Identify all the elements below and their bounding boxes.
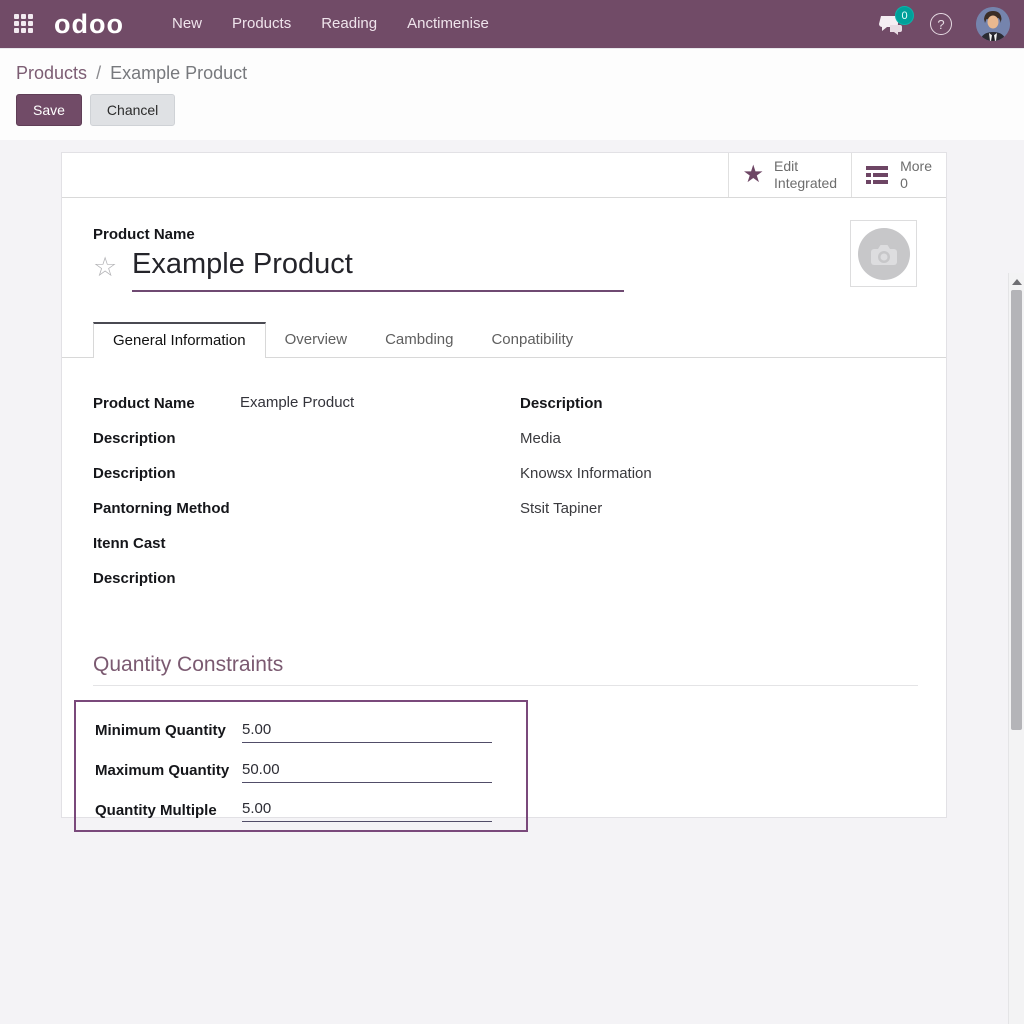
form-fields: Product Name Example Product Description… (62, 386, 946, 596)
field-label: Product Name (93, 395, 240, 412)
field-row: Stsit Tapiner (520, 491, 920, 526)
nav-item-anctimenise[interactable]: Anctimenise (407, 0, 489, 48)
save-button[interactable]: Save (16, 94, 82, 126)
quantity-constraints-group: Minimum Quantity Maximum Quantity Quanti… (74, 700, 528, 832)
messages-icon[interactable]: 0 (878, 12, 906, 36)
field-row: Itenn Cast (93, 526, 520, 561)
nav-item-products[interactable]: Products (232, 0, 291, 48)
field-row: Media (520, 421, 920, 456)
field-label: Description (93, 570, 240, 587)
field-row: Product Name Example Product (93, 386, 520, 421)
more-label: More 0 (900, 158, 932, 192)
field-label: Stsit Tapiner (520, 500, 667, 517)
field-label: Pantorning Method (93, 500, 240, 517)
scroll-up-arrow-icon[interactable] (1012, 279, 1022, 285)
field-label: Description (520, 395, 667, 412)
quantity-multiple-input[interactable] (242, 798, 492, 822)
avatar-image (976, 7, 1010, 41)
maximum-quantity-input[interactable] (242, 759, 492, 783)
quantity-multiple-label: Quantity Multiple (95, 802, 242, 819)
quantity-row: Maximum Quantity (95, 751, 526, 791)
more-button[interactable]: More 0 (851, 153, 946, 197)
favorite-star-icon[interactable]: ☆ (93, 252, 117, 283)
product-image-placeholder[interactable] (850, 220, 917, 287)
field-value[interactable] (240, 569, 390, 589)
product-title-input[interactable]: Example Product (132, 248, 353, 281)
field-label: Media (520, 430, 667, 447)
notebook-tabs: General Information Overview Cambding Co… (62, 322, 946, 358)
vertical-scrollbar[interactable] (1008, 273, 1024, 1024)
top-navbar: odoo New Products Reading Anctimenise 0 … (0, 0, 1024, 48)
edit-integrated-button[interactable]: ★ Edit Integrated (728, 153, 852, 197)
cancel-button[interactable]: Chancel (90, 94, 175, 126)
tab-cambding[interactable]: Cambding (366, 322, 472, 357)
field-label: Knowsx Information (520, 465, 667, 482)
breadcrumb-separator: / (92, 63, 105, 83)
messages-badge: 0 (895, 6, 914, 25)
quantity-constraints-title: Quantity Constraints (93, 653, 283, 677)
breadcrumb: Products / Example Product (0, 49, 1024, 84)
product-name-field-label: Product Name (93, 226, 195, 243)
field-row: Pantorning Method (93, 491, 520, 526)
content-area: ★ Edit Integrated More 0 (0, 140, 1024, 1024)
fields-left-column: Product Name Example Product Description… (62, 386, 520, 596)
field-label: Description (93, 465, 240, 482)
field-label: Itenn Cast (93, 535, 240, 552)
nav-menu: New Products Reading Anctimenise (172, 0, 489, 48)
field-value[interactable] (240, 429, 390, 449)
field-row: Description (93, 421, 520, 456)
breadcrumb-current: Example Product (110, 63, 247, 83)
fields-right-column: Description Media Knowsx Information Sts… (520, 386, 920, 596)
field-label: Description (93, 430, 240, 447)
card-body: Product Name ☆ Example Product General I… (62, 198, 946, 818)
odoo-logo: odoo (54, 0, 124, 48)
minimum-quantity-label: Minimum Quantity (95, 722, 242, 739)
section-divider (93, 685, 918, 686)
maximum-quantity-label: Maximum Quantity (95, 762, 242, 779)
product-form-card: ★ Edit Integrated More 0 (61, 152, 947, 818)
edit-integrated-label: Edit Integrated (774, 158, 837, 192)
nav-right-cluster: 0 ? (878, 7, 1010, 41)
field-row: Description (520, 386, 920, 421)
scrollbar-thumb[interactable] (1011, 290, 1022, 730)
minimum-quantity-input[interactable] (242, 719, 492, 743)
tab-general-information[interactable]: General Information (93, 322, 266, 358)
nav-item-new[interactable]: New (172, 0, 202, 48)
field-value[interactable] (240, 464, 390, 484)
apps-grid-icon[interactable] (14, 14, 34, 34)
field-row: Knowsx Information (520, 456, 920, 491)
field-row: Description (93, 456, 520, 491)
user-avatar[interactable] (976, 7, 1010, 41)
field-row: Description (93, 561, 520, 596)
tab-conpatibility[interactable]: Conpatibility (472, 322, 592, 357)
card-header: ★ Edit Integrated More 0 (62, 153, 946, 198)
quantity-row: Minimum Quantity (95, 711, 526, 751)
field-value[interactable] (240, 534, 390, 554)
help-icon[interactable]: ? (930, 13, 952, 35)
tab-overview[interactable]: Overview (266, 322, 367, 357)
nav-item-reading[interactable]: Reading (321, 0, 377, 48)
product-title-underline (132, 290, 624, 292)
breadcrumb-products-link[interactable]: Products (16, 63, 87, 83)
list-icon (866, 165, 890, 185)
quantity-row: Quantity Multiple (95, 790, 526, 830)
camera-icon (857, 227, 911, 281)
star-icon: ★ (743, 163, 765, 187)
field-value[interactable]: Example Product (240, 394, 390, 414)
field-value[interactable] (240, 499, 390, 519)
action-buttons: Save Chancel (0, 84, 1024, 126)
control-panel: Products / Example Product Save Chancel (0, 48, 1024, 140)
